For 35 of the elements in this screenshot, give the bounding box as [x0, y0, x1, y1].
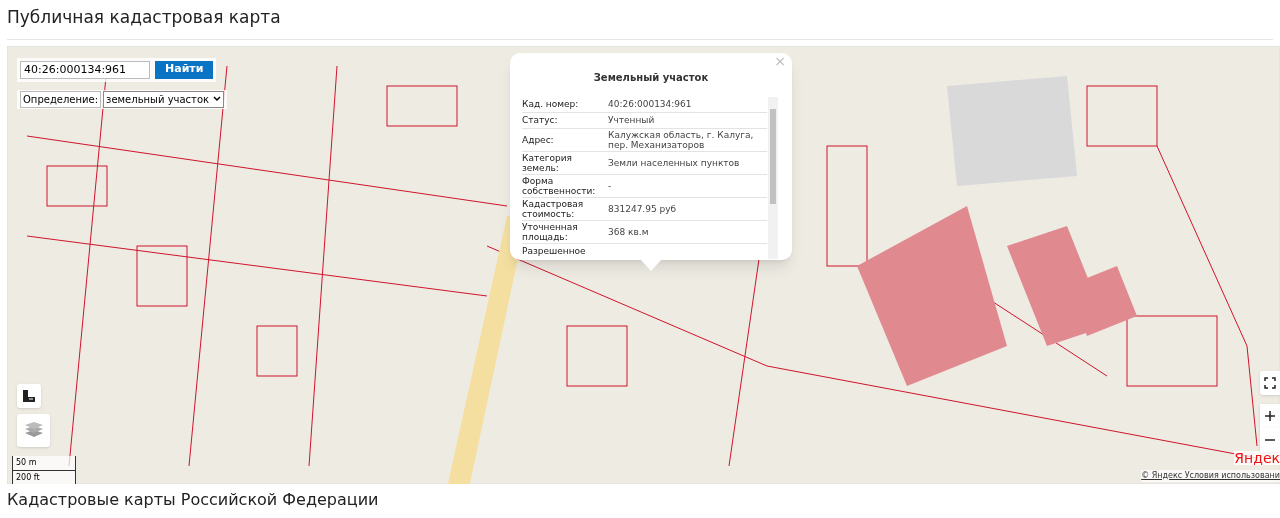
search-button[interactable]: Найти	[155, 60, 214, 79]
definition-label: Определение:	[20, 90, 102, 108]
plus-icon	[1265, 410, 1275, 421]
fullscreen-button[interactable]	[1260, 370, 1280, 395]
popup-title: Земельный участок	[593, 70, 709, 85]
search-field[interactable]: 40:26:000134:961	[20, 60, 150, 79]
field-value: Земли населенных пунктов	[608, 157, 740, 168]
layers-icon	[23, 421, 44, 439]
definition-select[interactable]: земельный участок	[103, 90, 225, 108]
field-value: Учтенный	[608, 115, 655, 125]
ruler-icon	[22, 388, 36, 403]
field-label: Форма собственности:	[522, 175, 597, 196]
layers-button[interactable]	[17, 413, 50, 447]
field-value: 368 кв.м	[608, 226, 649, 237]
field-label: Уточненная площадь:	[522, 221, 579, 242]
scrollbar[interactable]	[768, 96, 778, 259]
scale-label: 50 m	[13, 455, 75, 471]
scale-label: 200 ft	[15, 471, 41, 484]
page-title: Публичная кадастровая карта	[7, 6, 281, 29]
field-label: Категория земель:	[522, 152, 573, 173]
field-label: Кад. номер:	[522, 99, 580, 109]
section-title: Кадастровые карты Российской Федерации	[7, 488, 379, 510]
field-value: Калужская область, г. Калуга, пер. Механизаторов	[608, 129, 755, 150]
ruler-button[interactable]	[17, 383, 41, 408]
zoom-out-button[interactable]	[1260, 427, 1280, 452]
field-value: 40:26:000134:961	[608, 99, 692, 109]
zoom-in-button[interactable]	[1260, 403, 1280, 428]
field-value: 831247.95 руб	[608, 203, 677, 214]
field-label: Адрес:	[522, 134, 555, 145]
field-label: Статус:	[522, 115, 559, 125]
field-value: -	[608, 180, 612, 191]
field-label: Кадастровая стоимость:	[522, 198, 585, 219]
field-label: Разрешенное	[522, 246, 587, 256]
fullscreen-icon	[1264, 376, 1276, 389]
chevron-icon	[213, 96, 222, 102]
